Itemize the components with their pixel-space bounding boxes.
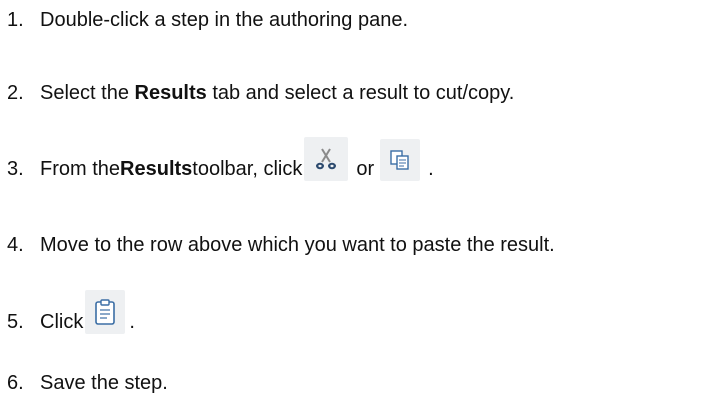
step-number: 1. <box>7 9 24 31</box>
period: . <box>129 311 135 333</box>
step-text-pre: Select the <box>40 82 135 104</box>
step-text: Double-click a step in the authoring pan… <box>40 9 409 31</box>
step-number: 5. <box>7 311 24 333</box>
step-text: Save the step. <box>40 372 168 394</box>
step-text-pre: From the <box>40 158 121 180</box>
step-text-mid: toolbar, click <box>192 158 303 180</box>
step-5: 5. Click . <box>0 290 135 334</box>
scissors-icon <box>316 148 337 170</box>
step-number: 3. <box>7 158 24 180</box>
step-text: Move to the row above which you want to … <box>40 234 555 256</box>
step-number: 2. <box>7 82 24 104</box>
step-text-pre: Click <box>40 311 84 333</box>
step-6: 6. Save the step. <box>0 371 168 395</box>
cut-button[interactable] <box>304 137 349 181</box>
results-toolbar-label: Results <box>120 158 193 180</box>
step-number: 6. <box>7 372 24 394</box>
copy-icon <box>390 150 409 170</box>
step-4: 4. Move to the row above which you want … <box>0 233 555 257</box>
step-2: 2. Select the Results tab and select a r… <box>0 81 514 105</box>
paste-button[interactable] <box>85 290 126 334</box>
clipboard-icon <box>95 299 116 325</box>
step-3: 3. From the Results toolbar, click or . <box>0 137 434 181</box>
results-tab-label: Results <box>134 82 207 104</box>
copy-button[interactable] <box>380 139 421 181</box>
or-text: or <box>356 158 375 180</box>
step-number: 4. <box>7 234 24 256</box>
step-1: 1. Double-click a step in the authoring … <box>0 8 408 32</box>
period: . <box>428 158 434 180</box>
step-text-post: tab and select a result to cut/copy. <box>206 82 515 104</box>
step-text: Select the Results tab and select a resu… <box>40 81 514 105</box>
